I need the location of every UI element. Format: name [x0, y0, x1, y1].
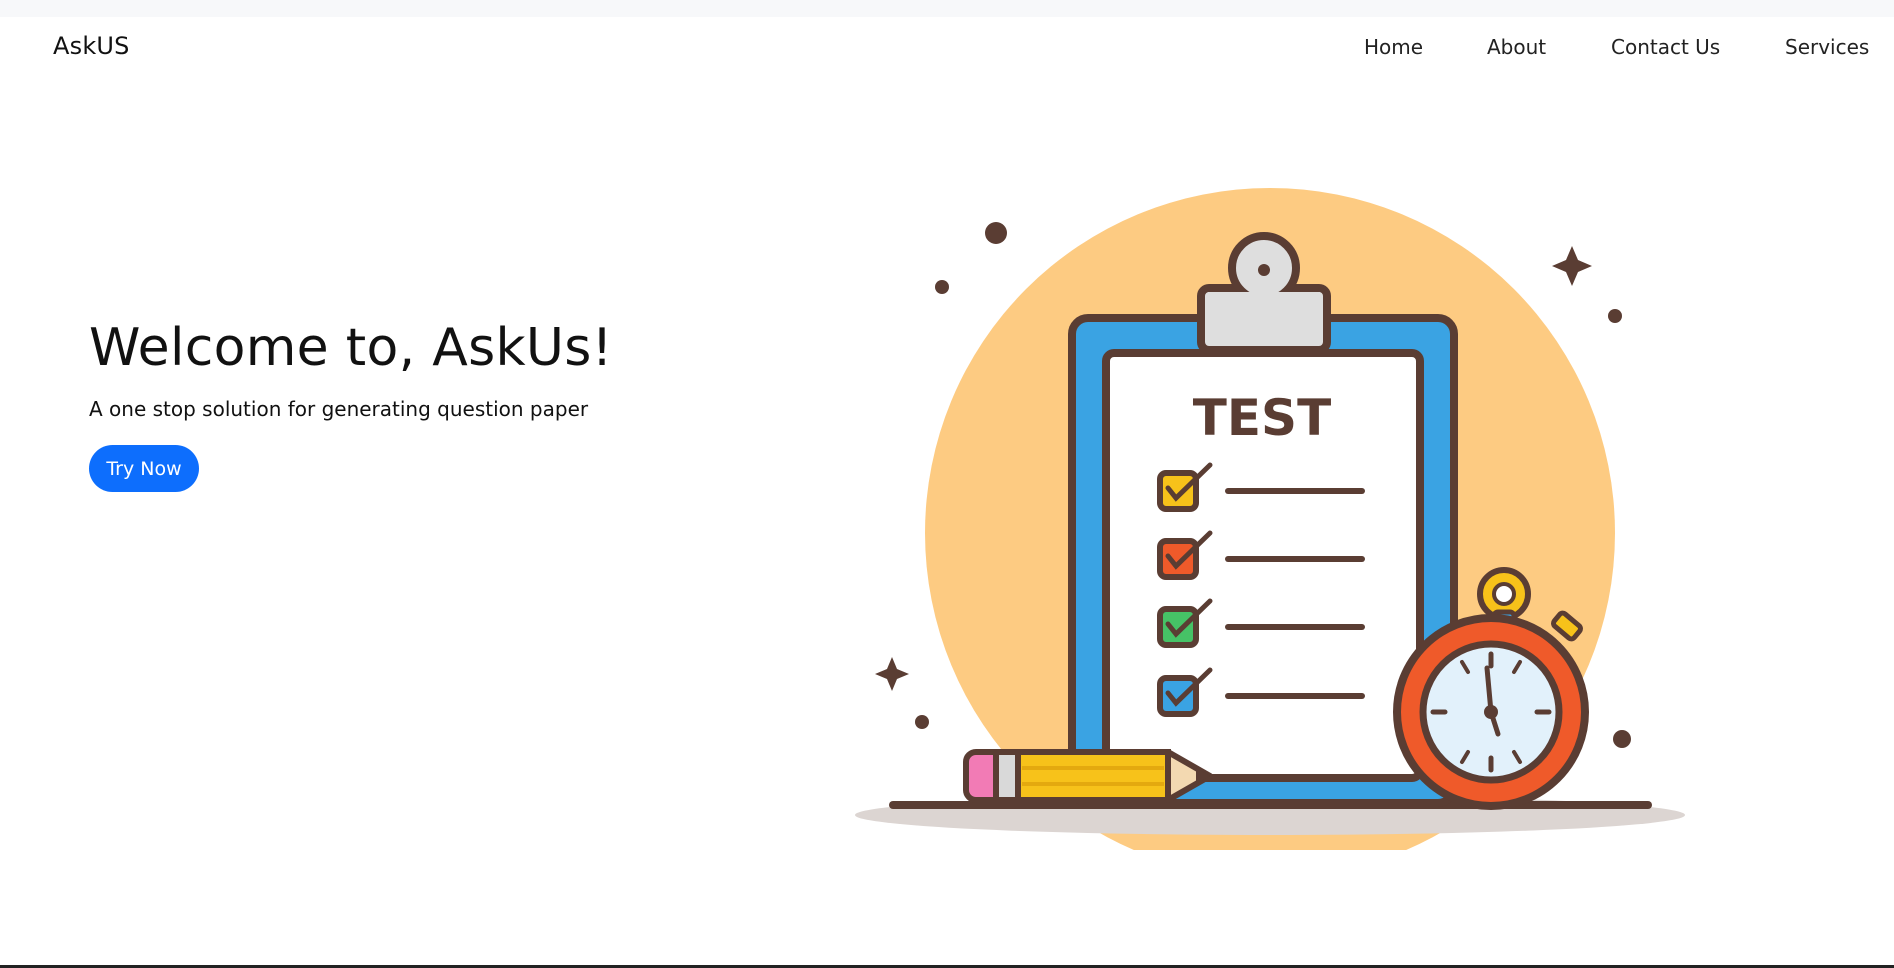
- clipboard-test-illustration: TEST: [855, 188, 1685, 850]
- top-strip: [0, 0, 1894, 17]
- nav-link-contact-us[interactable]: Contact Us: [1611, 35, 1720, 59]
- nav-link-about[interactable]: About: [1487, 35, 1546, 59]
- decor-dot: [935, 280, 949, 294]
- decor-dot: [1613, 730, 1631, 748]
- sparkle-icon: [1552, 246, 1592, 286]
- nav-link-home[interactable]: Home: [1364, 35, 1423, 59]
- decor-dot: [915, 715, 929, 729]
- try-now-button[interactable]: Try Now: [89, 445, 199, 492]
- decor-dot: [1608, 309, 1622, 323]
- pencil-icon: [963, 749, 1213, 803]
- sparkle-icon: [875, 657, 909, 691]
- test-heading: TEST: [1193, 389, 1331, 447]
- brand-logo[interactable]: AskUS: [53, 32, 130, 60]
- hero-subtitle: A one stop solution for generating quest…: [89, 397, 589, 421]
- nav-link-services[interactable]: Services: [1785, 35, 1869, 59]
- decor-dot: [985, 222, 1007, 244]
- hero-title: Welcome to, AskUs!: [89, 318, 613, 378]
- navbar: AskUS Home About Contact Us Services: [0, 17, 1894, 77]
